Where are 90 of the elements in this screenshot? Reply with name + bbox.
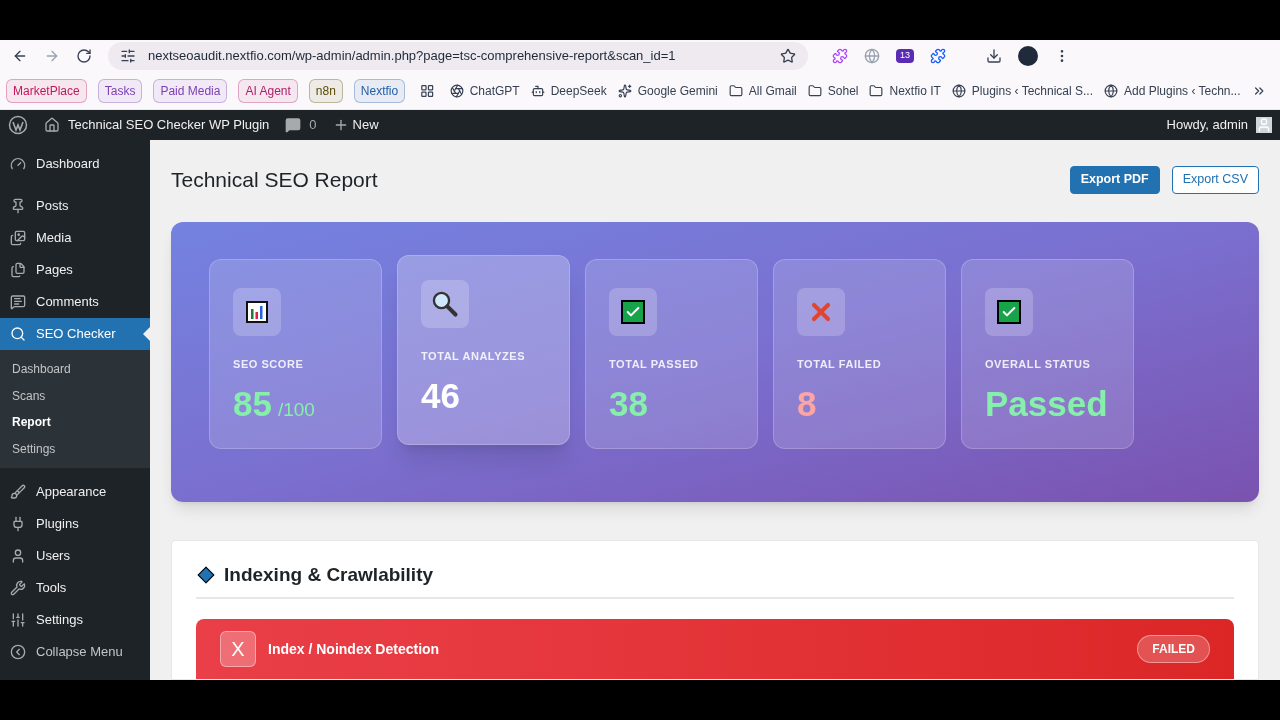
magnifier-icon <box>431 289 459 318</box>
bookmark-chip[interactable]: AI Agent <box>238 78 298 103</box>
page-title: Technical SEO Report <box>171 167 379 193</box>
bookmark-link[interactable]: ChatGPT <box>469 81 520 100</box>
comment-icon <box>10 294 26 310</box>
bookmark-link[interactable]: Add Plugins ‹ Techn... <box>1124 81 1241 100</box>
sidebar-item[interactable]: SEO Checker <box>0 318 150 350</box>
sidebar-item[interactable]: Media <box>0 222 150 254</box>
download-icon[interactable] <box>986 48 1002 64</box>
reload-icon[interactable] <box>76 48 92 64</box>
sidebar-item[interactable]: Tools <box>0 572 150 604</box>
bookmark-link[interactable]: Sohel <box>827 81 859 100</box>
check-icon <box>997 299 1021 324</box>
new-link[interactable]: New <box>352 115 379 135</box>
aperture-icon <box>449 83 464 98</box>
apps-grid-icon[interactable] <box>420 82 435 99</box>
stat-label: SEO SCORE <box>233 356 305 372</box>
extension-badge[interactable]: 13 <box>896 49 914 63</box>
status-badge: FAILED <box>1137 635 1210 663</box>
globe-icon <box>951 83 966 98</box>
export-button[interactable]: Export CSV <box>1171 165 1259 194</box>
export-button[interactable]: Export PDF <box>1069 165 1160 194</box>
folder-icon <box>807 83 822 98</box>
submenu-item[interactable]: Dashboard <box>0 356 150 383</box>
sidebar-item[interactable]: Plugins <box>0 508 150 540</box>
bookmark-chip[interactable]: MarketPlace <box>6 78 87 103</box>
stat-label: TOTAL PASSED <box>609 356 700 372</box>
back-icon[interactable] <box>12 48 28 64</box>
stat-value: 46 <box>421 378 460 413</box>
check-result-bar[interactable]: X Index / Noindex Detection FAILED <box>196 619 1234 679</box>
stat-value: 8 <box>797 386 817 421</box>
folder-icon <box>728 83 743 98</box>
stat-value: 85 <box>233 386 272 421</box>
bar-chart-icon <box>245 299 269 324</box>
gauge-icon <box>10 156 26 172</box>
greeting-link[interactable]: Howdy, admin <box>1166 115 1248 135</box>
collapse-icon <box>10 644 26 660</box>
status-mark: X <box>220 631 256 667</box>
sidebar-item[interactable]: Dashboard <box>0 148 150 180</box>
folder-icon <box>869 83 884 98</box>
user-icon <box>10 548 26 564</box>
bookmark-chip[interactable]: Tasks <box>97 78 143 103</box>
stat-value: 38 <box>609 386 648 421</box>
bookmark-link[interactable]: Nextfio IT <box>889 81 941 100</box>
robot-icon <box>530 83 545 98</box>
pages-icon <box>10 262 26 278</box>
home-icon <box>44 117 60 133</box>
sliders-icon <box>10 612 26 628</box>
sidebar-item[interactable]: Pages <box>0 254 150 286</box>
stat-suffix: /100 <box>277 398 315 422</box>
submenu-item[interactable]: Report <box>0 409 150 436</box>
stat-value: Passed <box>985 386 1108 421</box>
bookmark-chip[interactable]: Paid Media <box>153 78 228 103</box>
sidebar-item[interactable]: Settings <box>0 604 150 636</box>
extension-icon[interactable] <box>832 48 848 64</box>
check-icon <box>621 299 645 324</box>
search-icon <box>10 326 26 342</box>
sparkle-icon <box>617 83 632 98</box>
sidebar-item[interactable]: Appearance <box>0 476 150 508</box>
stat-label: OVERALL STATUS <box>985 356 1092 372</box>
submenu-item[interactable]: Scans <box>0 382 150 409</box>
images-icon <box>10 230 26 246</box>
bookmark-link[interactable]: DeepSeek <box>550 81 607 100</box>
profile-avatar[interactable] <box>1018 46 1038 66</box>
address-bar[interactable]: nextseoaudit.nextfio.com/wp-admin/admin.php?page=tsc-comprehensive-report&scan_id=1 <box>108 42 808 70</box>
stat-label: TOTAL FAILED <box>797 356 883 372</box>
comment-icon <box>285 117 302 133</box>
wrench-icon <box>10 580 26 596</box>
check-title: Index / Noindex Detection <box>268 639 441 659</box>
sidebar-item[interactable]: Posts <box>0 190 150 222</box>
plug-icon <box>10 516 26 532</box>
section-title: Indexing & Crawlability <box>224 562 434 587</box>
site-name-link[interactable]: Technical SEO Checker WP Plugin <box>68 115 270 135</box>
sidebar-item[interactable]: Users <box>0 540 150 572</box>
submenu-item[interactable]: Settings <box>0 435 150 462</box>
stat-label: TOTAL ANALYZES <box>421 348 527 364</box>
bookmark-link[interactable]: All Gmail <box>748 81 797 100</box>
bookmark-chip[interactable]: Nextfio <box>353 78 406 103</box>
wordpress-logo-icon[interactable] <box>8 115 28 135</box>
comment-count[interactable]: 0 <box>309 115 317 135</box>
puzzle-icon[interactable] <box>930 48 946 64</box>
user-avatar-icon <box>1256 117 1272 133</box>
bookmark-link[interactable]: Plugins ‹ Technical S... <box>971 81 1093 100</box>
globe-icon <box>1104 83 1118 98</box>
sidebar-item[interactable]: Collapse Menu <box>0 636 150 668</box>
bookmark-link[interactable]: Google Gemini <box>637 81 718 100</box>
sidebar-item[interactable]: Comments <box>0 286 150 318</box>
pin-icon <box>10 198 26 214</box>
brush-icon <box>10 484 26 500</box>
bookmark-chip[interactable]: n8n <box>308 78 343 103</box>
